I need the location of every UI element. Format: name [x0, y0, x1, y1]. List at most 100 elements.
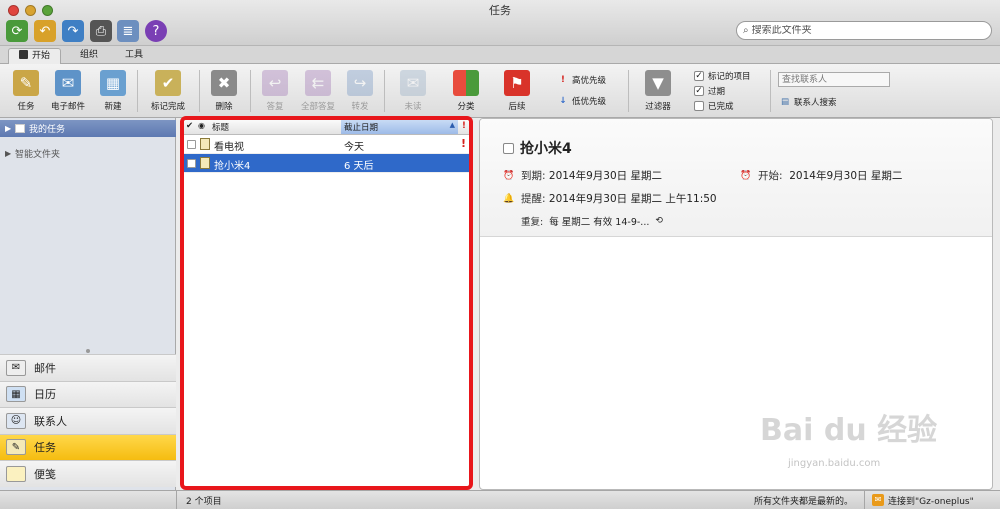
- mark-complete-icon: ✔: [155, 70, 181, 96]
- filter-button[interactable]: ▼ 过滤器: [634, 68, 682, 116]
- folder-smart-folders[interactable]: ▶ 智能文件夹: [0, 145, 176, 162]
- nav-mail[interactable]: ✉ 邮件: [0, 354, 176, 381]
- nav-tasks[interactable]: ✎ 任务: [0, 433, 176, 460]
- task-detail-header: 抢小米4 ⏰ 到期: 2014年9月30日 星期二 ⏰ 开始: 2014年9月3…: [480, 119, 992, 237]
- tab-organize[interactable]: 组织: [70, 48, 108, 64]
- followup-label: 后续: [508, 102, 526, 112]
- high-priority-icon: !: [561, 75, 565, 85]
- tasks-icon: ✎: [6, 439, 26, 456]
- reminder-label: 提醒:: [521, 193, 546, 205]
- redo-icon[interactable]: ↷: [62, 20, 84, 42]
- send-receive-icon[interactable]: ⟳: [6, 20, 28, 42]
- find-contact-input[interactable]: [778, 72, 890, 87]
- overdue-checkbox[interactable]: ✓ 过期: [694, 85, 725, 97]
- column-due-date[interactable]: 截止日期 ▲: [341, 120, 458, 134]
- forward-label: 转发: [351, 102, 369, 112]
- high-priority-button[interactable]: ! 高优先级: [558, 74, 606, 86]
- nav-calendar[interactable]: ▦ 日历: [0, 380, 176, 407]
- unread-label: 未读: [404, 102, 422, 112]
- nav-calendar-label: 日历: [34, 388, 56, 402]
- reply-label: 答复: [266, 102, 284, 112]
- task-list: ✔ ◉ 标题 截止日期 ▲ ! 看电视 今天 ! 抢小米4 6 天后: [180, 116, 473, 490]
- contact-search-button[interactable]: ▤ 联系人搜索: [780, 96, 837, 108]
- table-row[interactable]: 看电视 今天 !: [184, 135, 469, 154]
- home-tab-icon: [19, 50, 28, 59]
- task-due: 今天: [344, 142, 364, 153]
- tab-tools[interactable]: 工具: [115, 48, 153, 64]
- expand-arrow-icon[interactable]: ▶: [5, 124, 15, 133]
- sync-status: 所有文件夹都是最新的。: [754, 497, 854, 507]
- exchange-connection-icon: ✉: [872, 494, 884, 506]
- contact-search-label: 联系人搜索: [794, 98, 837, 108]
- low-priority-button[interactable]: ↓ 低优先级: [558, 95, 606, 107]
- type-column-icon[interactable]: ◉: [198, 121, 205, 130]
- reply-all-icon: ⇇: [305, 70, 331, 96]
- task-complete-checkbox[interactable]: [187, 140, 196, 149]
- folder-smart-folders-label: 智能文件夹: [15, 150, 61, 160]
- status-divider: [864, 491, 865, 509]
- task-complete-checkbox[interactable]: [187, 159, 196, 168]
- module-nav: ✉ 邮件 ▦ 日历 ☺ 联系人 ✎ 任务 便笺: [0, 354, 176, 487]
- ribbon-separator: [770, 70, 771, 112]
- due-date-line: ⏰ 到期: 2014年9月30日 星期二: [503, 168, 662, 183]
- help-icon[interactable]: ?: [145, 20, 167, 42]
- followup-button[interactable]: ⚑ 后续: [494, 68, 540, 116]
- expand-arrow-icon[interactable]: ▶: [5, 149, 15, 158]
- contact-card-icon: ▤: [780, 97, 790, 107]
- reply-all-button[interactable]: ⇇ 全部答复: [295, 68, 341, 116]
- repeat-label: 重复:: [521, 217, 544, 228]
- complete-column-icon[interactable]: ✔: [186, 121, 193, 131]
- reply-all-label: 全部答复: [300, 102, 335, 112]
- categorize-button[interactable]: 分类: [443, 68, 489, 116]
- task-detail-title: 抢小米4: [503, 138, 572, 158]
- categorize-icon: [453, 70, 479, 96]
- status-bar: 2 个项目 所有文件夹都是最新的。 ✉ 连接到"Gz-oneplus": [0, 490, 1000, 509]
- column-priority[interactable]: !: [462, 121, 466, 131]
- nav-contacts[interactable]: ☺ 联系人: [0, 407, 176, 434]
- flagged-items-checkbox[interactable]: ✓ 标记的项目: [694, 70, 751, 82]
- alarm-clock-icon: ⏰: [503, 170, 515, 181]
- new-item-button[interactable]: ▦ 新建: [90, 68, 136, 116]
- notes-window-icon[interactable]: ≣: [117, 20, 139, 42]
- detail-complete-checkbox[interactable]: [503, 142, 514, 154]
- new-email-button[interactable]: ✉ 电子邮件: [42, 68, 94, 116]
- task-title: 抢小米4: [214, 161, 251, 172]
- low-priority-label: 低优先级: [572, 97, 607, 107]
- tab-home[interactable]: 开始: [8, 48, 62, 64]
- forward-button[interactable]: ↪ 转发: [337, 68, 383, 116]
- unread-button[interactable]: ✉ 未读: [390, 68, 436, 116]
- folder-my-tasks[interactable]: ▶ 我的任务: [0, 120, 176, 137]
- delete-button[interactable]: ✖ 删除: [201, 68, 247, 116]
- reply-button[interactable]: ↩ 答复: [252, 68, 298, 116]
- mail-icon: ✉: [6, 359, 26, 376]
- search-folder-field[interactable]: ⌕: [736, 21, 992, 40]
- flagged-items-label: 标记的项目: [708, 72, 751, 82]
- task-due: 6 天后: [344, 161, 374, 172]
- new-item-icon: ▦: [100, 70, 126, 96]
- pane-resize-handle[interactable]: [86, 349, 90, 353]
- ribbon-separator: [199, 70, 200, 112]
- flag-icon: ⚑: [504, 70, 530, 96]
- mark-complete-button[interactable]: ✔ 标记完成: [145, 68, 191, 116]
- filter-label: 过滤器: [645, 102, 671, 112]
- task-list-header: ✔ ◉ 标题 截止日期 ▲ !: [184, 120, 469, 135]
- column-due-date-label: 截止日期: [344, 123, 379, 133]
- item-count: 2 个项目: [186, 497, 222, 507]
- completed-checkbox[interactable]: 已完成: [694, 100, 734, 112]
- undo-icon[interactable]: ↶: [34, 20, 56, 42]
- completed-label: 已完成: [708, 102, 734, 112]
- recurrence-icon[interactable]: ⟲: [655, 216, 663, 226]
- window-title: 任务: [489, 4, 511, 17]
- due-value: 2014年9月30日 星期二: [548, 170, 662, 182]
- priority-high-icon: !: [461, 137, 467, 150]
- ribbon-separator: [628, 70, 629, 112]
- search-input[interactable]: [751, 25, 972, 36]
- print-icon[interactable]: ⎙: [90, 20, 112, 42]
- connection-status[interactable]: 连接到"Gz-oneplus": [888, 494, 974, 507]
- nav-notes[interactable]: 便笺: [0, 460, 176, 487]
- overdue-label: 过期: [708, 87, 726, 97]
- table-row[interactable]: 抢小米4 6 天后: [184, 154, 469, 173]
- delete-label: 删除: [215, 102, 233, 112]
- nav-notes-label: 便笺: [34, 467, 56, 481]
- column-title[interactable]: 标题: [212, 121, 229, 133]
